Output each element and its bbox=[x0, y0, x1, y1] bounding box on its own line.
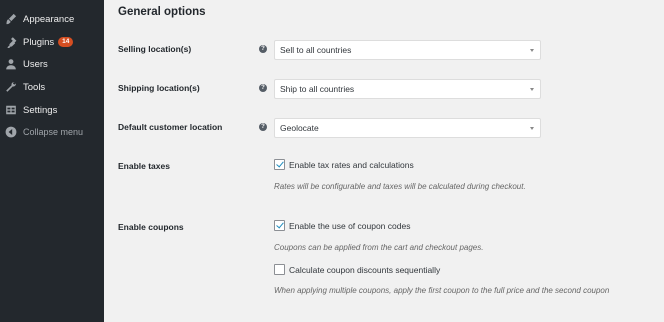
sidebar-item-label: Collapse menu bbox=[23, 127, 84, 137]
section-heading: General options bbox=[118, 6, 206, 18]
help-icon[interactable]: ? bbox=[259, 84, 267, 92]
enable-taxes-checkbox[interactable] bbox=[274, 159, 285, 170]
collapse-menu-button[interactable]: Collapse menu bbox=[0, 121, 104, 143]
collapse-icon bbox=[4, 125, 18, 139]
plugin-icon bbox=[4, 35, 18, 49]
chevron-down-icon bbox=[530, 126, 534, 130]
sequential-coupons-option[interactable]: Calculate coupon discounts sequentially bbox=[274, 264, 440, 275]
sidebar-item-label: Plugins bbox=[23, 36, 55, 48]
paintbrush-icon bbox=[4, 12, 18, 26]
enable-coupons-checkbox[interactable] bbox=[274, 220, 285, 231]
sequential-coupons-checkbox[interactable] bbox=[274, 264, 285, 275]
enable-taxes-option[interactable]: Enable tax rates and calculations bbox=[274, 159, 414, 170]
admin-sidebar: Appearance Plugins 14 Users Tools Settin… bbox=[0, 0, 104, 322]
sidebar-item-settings[interactable]: Settings bbox=[0, 99, 104, 121]
help-icon[interactable]: ? bbox=[259, 45, 267, 53]
sidebar-item-label: Users bbox=[23, 58, 48, 70]
default-location-select[interactable]: Geolocate bbox=[274, 118, 541, 138]
checkbox-label: Enable the use of coupon codes bbox=[289, 220, 411, 231]
update-count-badge: 14 bbox=[58, 37, 74, 47]
enable-coupons-label: Enable coupons bbox=[118, 222, 184, 232]
settings-panel: General options Selling location(s) ? Se… bbox=[104, 0, 664, 322]
sidebar-item-users[interactable]: Users bbox=[0, 53, 104, 75]
sidebar-item-appearance[interactable]: Appearance bbox=[0, 8, 104, 30]
select-value: Sell to all countries bbox=[280, 45, 352, 55]
selling-location-label: Selling location(s) bbox=[118, 44, 192, 54]
taxes-description: Rates will be configurable and taxes wil… bbox=[274, 182, 526, 191]
sequential-coupons-description: When applying multiple coupons, apply th… bbox=[274, 286, 610, 295]
sidebar-item-label: Settings bbox=[23, 104, 58, 116]
checkbox-label: Calculate coupon discounts sequentially bbox=[289, 264, 441, 275]
chevron-down-icon bbox=[530, 87, 534, 91]
enable-taxes-label: Enable taxes bbox=[118, 161, 170, 171]
help-icon[interactable]: ? bbox=[259, 123, 267, 131]
user-icon bbox=[4, 57, 18, 71]
select-value: Geolocate bbox=[280, 123, 319, 133]
select-value: Ship to all countries bbox=[280, 84, 355, 94]
coupons-description: Coupons can be applied from the cart and… bbox=[274, 243, 484, 252]
sidebar-item-plugins[interactable]: Plugins 14 bbox=[0, 31, 104, 53]
default-location-label: Default customer location bbox=[118, 122, 223, 132]
sidebar-item-label: Appearance bbox=[23, 13, 75, 25]
app-window: Appearance Plugins 14 Users Tools Settin… bbox=[0, 0, 664, 322]
wrench-icon bbox=[4, 80, 18, 94]
enable-coupons-option[interactable]: Enable the use of coupon codes bbox=[274, 220, 410, 231]
checkbox-label: Enable tax rates and calculations bbox=[289, 159, 414, 170]
shipping-location-label: Shipping location(s) bbox=[118, 83, 200, 93]
selling-location-select[interactable]: Sell to all countries bbox=[274, 40, 541, 60]
shipping-location-select[interactable]: Ship to all countries bbox=[274, 79, 541, 99]
sidebar-item-label: Tools bbox=[23, 81, 46, 93]
chevron-down-icon bbox=[530, 48, 534, 52]
sidebar-item-tools[interactable]: Tools bbox=[0, 76, 104, 98]
settings-icon bbox=[4, 103, 18, 117]
